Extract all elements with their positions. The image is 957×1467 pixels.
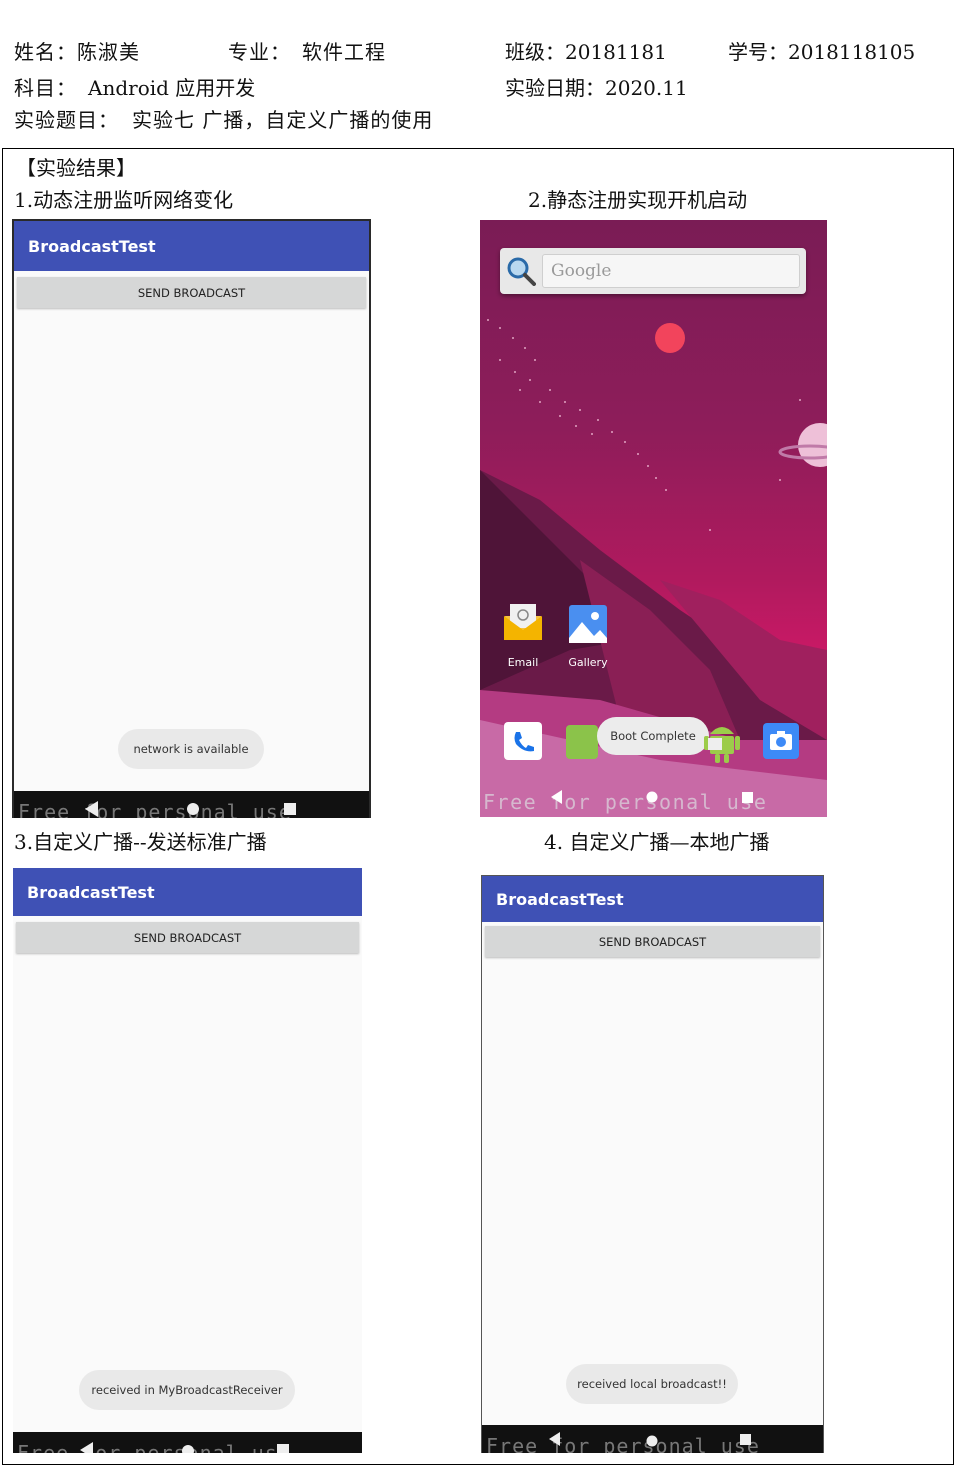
app-label-email: Email [507, 656, 539, 669]
recents-icon[interactable] [742, 792, 753, 803]
topic: 实验七 广播，自定义广播的使用 [132, 108, 434, 132]
nav-bar: Free for personal use [482, 1425, 823, 1453]
home-icon[interactable] [186, 802, 200, 816]
back-icon[interactable] [79, 1442, 95, 1453]
nav-bar: Free for personal use [13, 1432, 362, 1453]
home-icon[interactable] [646, 1435, 658, 1447]
watermark: Free for personal use [17, 1441, 291, 1453]
watermark: Free for personal use [486, 1434, 760, 1453]
send-broadcast-button[interactable]: SEND BROADCAST [16, 922, 359, 953]
caption-1: 1.动态注册监听网络变化 [14, 188, 234, 212]
caption-4: 4. 自定义广播—本地广播 [544, 830, 770, 854]
student-id: 学号：2018118105 [728, 40, 916, 64]
watermark: Free for personal use [18, 800, 292, 818]
student-name: 姓名：陈淑美 [14, 40, 140, 64]
back-icon[interactable] [84, 801, 100, 817]
screen-home: Google Email Gallery Boot Complete Free … [480, 220, 827, 817]
boot-toast: Boot Complete [597, 717, 709, 755]
messages-icon[interactable] [566, 725, 598, 759]
google-search-bar[interactable]: Google [500, 248, 806, 294]
app-title: BroadcastTest [482, 876, 823, 922]
topic-label: 实验题目： [14, 108, 119, 132]
app-label-gallery: Gallery [568, 656, 608, 669]
toast: received local broadcast!! [566, 1364, 738, 1404]
home-icon[interactable] [181, 1444, 195, 1453]
phone-icon[interactable] [504, 722, 542, 760]
android-icon[interactable] [704, 718, 740, 764]
email-icon[interactable] [502, 602, 544, 642]
home-icon[interactable] [646, 791, 658, 803]
app-title: BroadcastTest [14, 221, 369, 271]
recents-icon[interactable] [277, 1444, 289, 1453]
send-broadcast-button[interactable]: SEND BROADCAST [17, 277, 366, 308]
recents-icon[interactable] [284, 803, 296, 815]
search-icon [507, 257, 536, 286]
nav-bar: Free for personal use [14, 791, 369, 818]
class: 班级：20181181 [505, 40, 667, 64]
major: 软件工程 [302, 40, 386, 64]
back-icon[interactable] [548, 1432, 562, 1446]
camera-icon[interactable] [763, 723, 799, 759]
section-title: 【实验结果】 [16, 156, 136, 180]
subject-label: 科目： [14, 76, 77, 100]
screen-local-broadcast: BroadcastTest SEND BROADCAST received lo… [481, 875, 824, 1453]
toast: received in MyBroadcastReceiver [79, 1370, 295, 1410]
caption-3: 3.自定义广播--发送标准广播 [14, 830, 267, 854]
app-title: BroadcastTest [13, 868, 362, 916]
search-input[interactable]: Google [542, 254, 800, 288]
date: 实验日期：2020.11 [505, 76, 688, 100]
screen-standard-broadcast: BroadcastTest SEND BROADCAST received in… [13, 868, 362, 1453]
toast: network is available [118, 729, 264, 769]
back-icon[interactable] [550, 790, 564, 804]
subject: Android 应用开发 [88, 76, 256, 100]
send-broadcast-button[interactable]: SEND BROADCAST [485, 926, 820, 957]
major-label: 专业： [228, 40, 291, 64]
watermark: Free for personal use [483, 790, 768, 814]
screen-network: BroadcastTest SEND BROADCAST network is … [12, 219, 371, 818]
gallery-icon[interactable] [568, 604, 608, 644]
recents-icon[interactable] [740, 1434, 751, 1445]
caption-2: 2.静态注册实现开机启动 [528, 188, 748, 212]
